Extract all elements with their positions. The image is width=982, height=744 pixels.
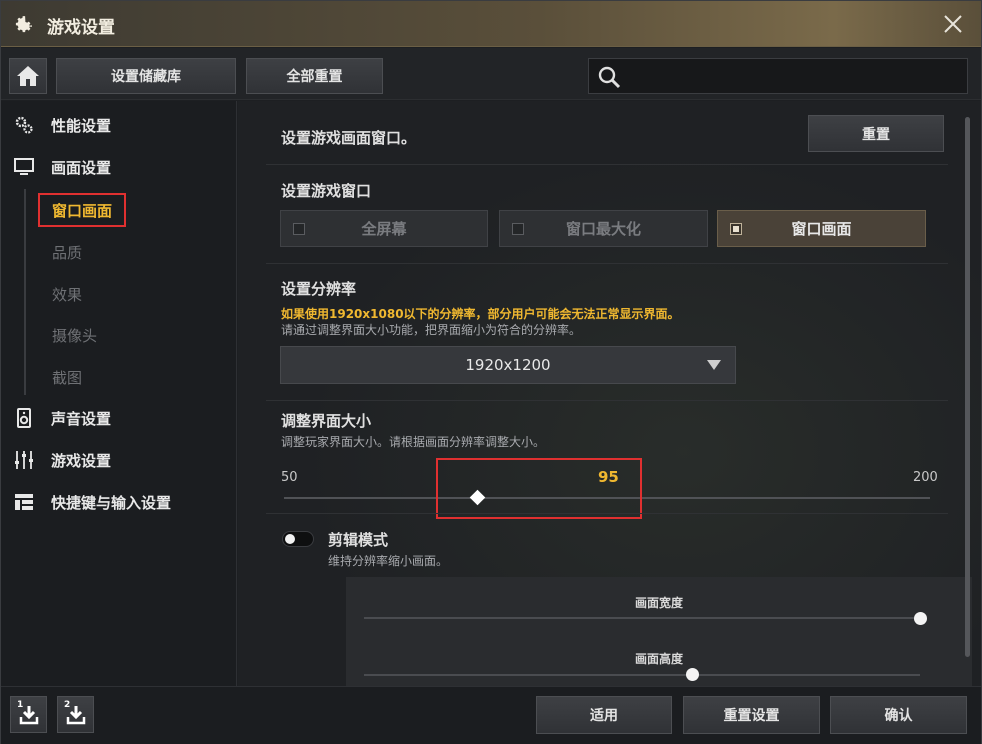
screen-width-slider[interactable]	[364, 617, 920, 619]
resolution-title: 设置分辨率	[281, 280, 357, 298]
fullscreen-option[interactable]: 全屏幕	[280, 210, 488, 247]
screen-height-slider[interactable]	[364, 674, 920, 676]
ui-size-title: 调整界面大小	[281, 412, 372, 430]
download-icon	[66, 706, 86, 725]
save-slot-1-button[interactable]: 1	[10, 696, 47, 733]
option-label: 全屏幕	[361, 220, 407, 238]
screen-height-slider-thumb[interactable]	[685, 668, 699, 681]
crop-mode-toggle[interactable]	[282, 531, 314, 547]
resolution-note: 请通过调整界面大小功能，把界面缩小为符合的分辨率。	[281, 323, 582, 337]
scrollbar-thumb[interactable]	[965, 117, 970, 657]
settings-window: 游戏设置 设置储藏库 全部重置 性能设置 画面设置 窗口画面 品质 效果 摄像头…	[0, 0, 982, 744]
sidebar-item-label: 快捷键与输入设置	[51, 493, 172, 512]
sidebar-subitem-effects[interactable]: 效果	[52, 284, 82, 305]
sidebar-item-label: 性能设置	[51, 116, 112, 135]
apply-button[interactable]: 适用	[536, 696, 672, 734]
sidebar-subitem-quality[interactable]: 品质	[52, 242, 82, 263]
title-bar: 游戏设置	[1, 1, 981, 47]
checkbox-icon	[730, 223, 742, 235]
dropdown-arrow-icon	[707, 360, 721, 370]
checkbox-icon	[293, 223, 305, 235]
submenu-line	[24, 189, 26, 395]
resolution-dropdown[interactable]: 1920x1200	[280, 346, 736, 384]
close-icon[interactable]	[941, 12, 965, 36]
crop-mode-title: 剪辑模式	[328, 531, 389, 549]
screen-width-label: 画面宽度	[634, 596, 683, 610]
home-icon	[17, 66, 39, 86]
sidebar-item-performance[interactable]: 性能设置	[13, 112, 111, 138]
reset-button[interactable]: 重置	[808, 115, 944, 152]
sidebar-item-display[interactable]: 画面设置	[13, 154, 111, 180]
search-input[interactable]	[627, 63, 957, 89]
sidebar-item-label: 游戏设置	[51, 451, 112, 470]
scrollbar[interactable]	[965, 117, 970, 657]
sliders-icon	[13, 449, 35, 471]
highlight-box	[38, 193, 126, 227]
resolution-warning: 如果使用1920x1080以下的分辨率，部分用户可能会无法正常显示界面。	[281, 307, 680, 321]
gear-icon	[15, 16, 32, 33]
layout-icon	[13, 491, 35, 513]
search-icon	[598, 66, 621, 89]
save-slot-2-button[interactable]: 2	[57, 696, 94, 733]
ui-size-min: 50	[281, 470, 298, 485]
settings-storage-button[interactable]: 设置储藏库	[56, 58, 236, 94]
toggle-knob	[285, 534, 295, 544]
screen-height-label: 画面高度	[634, 652, 683, 666]
option-label: 窗口画面	[791, 220, 852, 238]
sidebar-item-hotkeys[interactable]: 快捷键与输入设置	[13, 489, 171, 515]
speaker-icon	[13, 407, 35, 429]
checkbox-icon	[512, 223, 524, 235]
windowed-option[interactable]: 窗口画面	[717, 210, 926, 247]
highlight-box	[436, 458, 642, 519]
ui-size-max: 200	[913, 470, 938, 485]
sidebar-item-label: 声音设置	[51, 409, 112, 428]
home-button[interactable]	[9, 58, 47, 94]
sidebar-item-label: 画面设置	[51, 158, 112, 177]
reset-all-button[interactable]: 全部重置	[246, 58, 383, 94]
confirm-button[interactable]: 确认	[830, 696, 967, 734]
toolbar: 设置储藏库 全部重置	[1, 48, 981, 100]
resolution-value: 1920x1200	[465, 356, 551, 374]
window-title: 游戏设置	[47, 18, 115, 38]
download-icon	[19, 706, 39, 725]
window-mode-title: 设置游戏窗口	[281, 182, 372, 200]
footer: 1 2 适用 重置设置 确认	[1, 686, 981, 744]
settings-content: 设置游戏画面窗口。 重置 设置游戏窗口 全屏幕 窗口最大化 窗口画面 设置分辨率…	[238, 101, 981, 686]
option-label: 窗口最大化	[565, 220, 641, 238]
sidebar: 性能设置 画面设置 窗口画面 品质 效果 摄像头 截图 声音设置 游戏设置 快捷…	[1, 101, 237, 686]
divider	[266, 513, 948, 514]
divider	[266, 164, 948, 165]
sidebar-subitem-camera[interactable]: 摄像头	[52, 325, 97, 346]
crop-subpanel: 画面宽度 画面高度	[346, 577, 972, 686]
divider	[266, 400, 948, 401]
reset-settings-button[interactable]: 重置设置	[683, 696, 820, 734]
window-section-title: 设置游戏画面窗口。	[281, 129, 417, 147]
sidebar-item-sound[interactable]: 声音设置	[13, 405, 111, 431]
gears-icon	[13, 114, 35, 136]
maximized-window-option[interactable]: 窗口最大化	[499, 210, 708, 247]
ui-size-note: 调整玩家界面大小。请根据画面分辨率调整大小。	[281, 435, 546, 449]
crop-mode-note: 维持分辨率缩小画面。	[328, 554, 449, 568]
monitor-icon	[13, 156, 35, 178]
sidebar-subitem-screenshot[interactable]: 截图	[52, 367, 82, 388]
search-box[interactable]	[588, 58, 968, 94]
sidebar-item-game[interactable]: 游戏设置	[13, 447, 111, 473]
screen-width-slider-thumb[interactable]	[913, 612, 927, 625]
divider	[266, 263, 948, 264]
